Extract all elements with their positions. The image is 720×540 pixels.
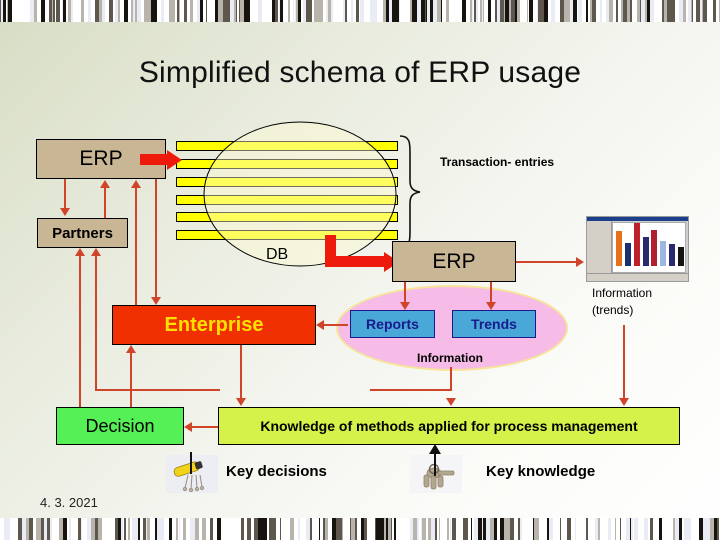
erp-to-db-arrow-head bbox=[167, 150, 182, 170]
trends-box[interactable]: Trends bbox=[452, 310, 536, 338]
information-to-knowledge-arrow-head bbox=[446, 398, 456, 406]
reports-label: Reports bbox=[366, 316, 419, 332]
knowledge-to-partners-arrow-head bbox=[91, 248, 101, 256]
enterprise-label: Enterprise bbox=[164, 313, 264, 336]
trends-info-to-knowledge-arrow bbox=[623, 325, 625, 400]
key-knowledge-to-knowledge-arrow-head bbox=[429, 444, 441, 454]
enterprise-to-knowledge-arrow-head bbox=[236, 398, 246, 406]
transaction-bar bbox=[176, 177, 398, 187]
knowledge-to-decision-arrow-head bbox=[184, 422, 192, 432]
transaction-bar bbox=[176, 141, 398, 151]
erp-to-information-arrow bbox=[516, 261, 578, 263]
key-fob-icon bbox=[166, 455, 218, 493]
enterprise-to-erp-arrow bbox=[135, 186, 137, 305]
key-decisions-arrow bbox=[190, 452, 192, 474]
information-to-enterprise-arrow-head bbox=[316, 320, 324, 330]
knowledge-box[interactable]: Knowledge of methods applied for process… bbox=[218, 407, 680, 445]
erp-to-partners-arrow bbox=[64, 179, 66, 210]
information-to-knowledge-elbow bbox=[370, 389, 452, 391]
thumbnail-statusbar bbox=[587, 273, 688, 281]
reports-box[interactable]: Reports bbox=[350, 310, 435, 338]
page-title: Simplified schema of ERP usage bbox=[138, 56, 582, 89]
decision-to-partners-arrow bbox=[79, 254, 81, 407]
erp-to-db-arrow-shaft bbox=[140, 154, 168, 165]
decision-label: Decision bbox=[85, 415, 155, 436]
erp-to-reports-arrow-head bbox=[400, 302, 410, 310]
slide-canvas: Simplified schema of ERP usage DB Transa… bbox=[0, 0, 720, 540]
decision-to-enterprise-arrow bbox=[130, 351, 132, 407]
thumbnail-chart-bar bbox=[678, 247, 684, 266]
decision-box[interactable]: Decision bbox=[56, 407, 184, 445]
trends-info-to-knowledge-arrow-head bbox=[619, 398, 629, 406]
key-decisions-label: Key decisions bbox=[226, 463, 327, 480]
erp-mid-label: ERP bbox=[432, 249, 476, 273]
thumbnail-chart-bar bbox=[669, 244, 675, 266]
barcode-strip-top bbox=[0, 0, 720, 22]
erp-to-trends-arrow-head bbox=[486, 302, 496, 310]
knowledge-label: Knowledge of methods applied for process… bbox=[260, 418, 638, 434]
erp-to-trends-arrow bbox=[490, 282, 492, 304]
knowledge-to-partners-arrow bbox=[95, 254, 97, 391]
transaction-bar bbox=[176, 159, 398, 169]
information-to-knowledge-arrow bbox=[450, 367, 452, 389]
thumbnail-plot-area bbox=[612, 222, 686, 273]
erp-to-partners-arrow-head bbox=[60, 208, 70, 216]
knowledge-to-decision-arrow bbox=[190, 426, 218, 428]
thumbnail-sidebar bbox=[587, 221, 612, 274]
knowledge-to-partners-elbow bbox=[95, 389, 220, 391]
barcode-strip-bottom bbox=[0, 518, 720, 540]
transaction-bar bbox=[176, 195, 398, 205]
information-trends-label-line2: (trends) bbox=[592, 303, 634, 317]
erp-mid-box[interactable]: ERP bbox=[392, 241, 516, 282]
db-label: DB bbox=[266, 246, 289, 263]
erp-to-information-arrow-head bbox=[576, 257, 584, 267]
erp-to-enterprise-arrow bbox=[155, 179, 157, 299]
thumbnail-chart-bar bbox=[634, 223, 640, 266]
keys-icon bbox=[410, 455, 462, 493]
erp-to-reports-arrow bbox=[404, 282, 406, 304]
transaction-bar bbox=[176, 212, 398, 222]
partners-to-erp-arrow bbox=[104, 186, 106, 218]
enterprise-box[interactable]: Enterprise bbox=[112, 305, 316, 345]
trends-label: Trends bbox=[471, 316, 517, 332]
db-to-erp-arrow-horizontal bbox=[325, 256, 385, 267]
information-to-enterprise-arrow bbox=[322, 324, 348, 326]
transaction-entries-label: Transaction- entries bbox=[440, 155, 555, 169]
partners-to-erp-arrow-head bbox=[100, 180, 110, 188]
partners-label: Partners bbox=[52, 224, 113, 242]
key-decisions-image bbox=[166, 455, 218, 493]
erp-to-enterprise-arrow-head bbox=[151, 297, 161, 305]
transaction-bar bbox=[176, 230, 398, 240]
information-trends-label-line1: Information bbox=[592, 286, 653, 300]
key-knowledge-image bbox=[410, 455, 462, 493]
thumbnail-chart-bar bbox=[643, 237, 649, 266]
thumbnail-chart-bar bbox=[616, 231, 622, 266]
key-knowledge-label: Key knowledge bbox=[486, 463, 596, 480]
decision-to-partners-arrow-head bbox=[75, 248, 85, 256]
thumbnail-chart-bar bbox=[660, 241, 666, 266]
key-knowledge-to-knowledge-arrow bbox=[434, 452, 436, 476]
thumbnail-chart-bar bbox=[625, 243, 631, 266]
brace-icon bbox=[399, 135, 421, 249]
erp-top-label: ERP bbox=[79, 147, 123, 170]
enterprise-to-knowledge-arrow bbox=[240, 345, 242, 400]
partners-box[interactable]: Partners bbox=[37, 218, 128, 248]
decision-to-enterprise-arrow-head bbox=[126, 345, 136, 353]
enterprise-to-erp-arrow-head bbox=[131, 180, 141, 188]
information-label: Information bbox=[417, 351, 483, 365]
thumbnail-chart-bar bbox=[651, 230, 657, 266]
information-chart-thumbnail[interactable] bbox=[586, 216, 689, 282]
slide-date: 4. 3. 2021 bbox=[40, 495, 98, 510]
